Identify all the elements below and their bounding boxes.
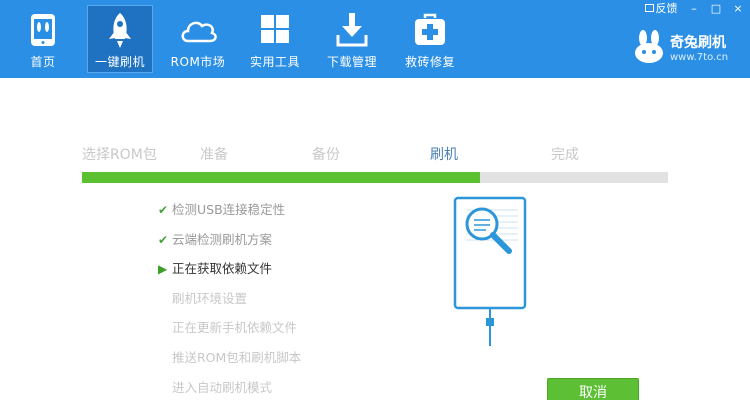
download-icon [336, 13, 368, 47]
top-toolbar: 首页 一键刷机 ROM市场 实用工具 下载管理 救砖修复 反馈 – □ × 奇兔… [0, 0, 750, 78]
nav-label-download-manager: 下载管理 [326, 55, 377, 69]
task-item: ✔ 检测USB连接稳定性 [158, 199, 285, 218]
task-label: 云端检测刷机方案 [172, 232, 273, 247]
rabbit-logo-icon [635, 30, 663, 63]
step-flash: 刷机 [430, 147, 458, 163]
nav-label-one-click-flash: 一键刷机 [94, 55, 145, 69]
nav-utilities[interactable]: 实用工具 [242, 5, 308, 73]
nav-rom-market[interactable]: ROM市场 [165, 5, 231, 73]
nav-brick-repair[interactable]: 救砖修复 [397, 5, 463, 73]
close-button[interactable]: × [728, 0, 748, 18]
nav-one-click-flash[interactable]: 一键刷机 [87, 5, 153, 73]
nav-home[interactable]: 首页 [10, 5, 76, 73]
task-label: 正在更新手机依赖文件 [172, 320, 298, 335]
nav-label-brick-repair: 救砖修复 [404, 55, 455, 69]
first-aid-kit-icon [415, 13, 445, 45]
phone-magnifier-illustration [453, 196, 527, 346]
nav-label-utilities: 实用工具 [249, 55, 300, 69]
step-backup: 备份 [312, 147, 340, 163]
play-arrow-icon: ▶ [158, 262, 168, 276]
task-label: 正在获取依赖文件 [172, 261, 273, 276]
nav-label-home: 首页 [30, 55, 56, 69]
task-item: 刷机环境设置 [158, 288, 247, 307]
task-item: 正在更新手机依赖文件 [158, 317, 297, 336]
windows-grid-icon [261, 15, 289, 43]
task-label: 检测USB连接稳定性 [172, 202, 286, 217]
step-select-rom: 选择ROM包 [82, 147, 157, 163]
cloud-icon [181, 21, 217, 43]
step-prepare: 准备 [200, 147, 228, 163]
feedback-icon [644, 4, 654, 12]
task-item: ✔ 云端检测刷机方案 [158, 229, 272, 248]
task-item: 推送ROM包和刷机脚本 [158, 347, 301, 366]
progress-bar [82, 172, 668, 183]
feedback-button[interactable]: 反馈 [640, 0, 682, 18]
brand-name: 奇兔刷机 [670, 35, 726, 51]
step-complete: 完成 [551, 147, 579, 163]
task-item: 进入自动刷机模式 [158, 377, 272, 396]
task-label: 刷机环境设置 [172, 291, 248, 306]
progress-fill [82, 172, 481, 183]
rocket-icon [109, 13, 131, 48]
check-icon: ✔ [158, 203, 169, 217]
task-label: 推送ROM包和刷机脚本 [172, 350, 302, 365]
feedback-label: 反馈 [655, 2, 678, 15]
minimize-button[interactable]: – [684, 0, 704, 18]
task-item: ▶ 正在获取依赖文件 [158, 258, 272, 277]
cancel-button[interactable]: 取消 [547, 378, 639, 400]
nav-label-rom-market: ROM市场 [170, 55, 226, 69]
check-icon: ✔ [158, 233, 169, 247]
nav-download-manager[interactable]: 下载管理 [319, 5, 385, 73]
task-label: 进入自动刷机模式 [172, 380, 273, 395]
brand-url: www.7to.cn [670, 52, 729, 63]
home-icon [31, 14, 55, 46]
maximize-button[interactable]: □ [706, 0, 726, 18]
